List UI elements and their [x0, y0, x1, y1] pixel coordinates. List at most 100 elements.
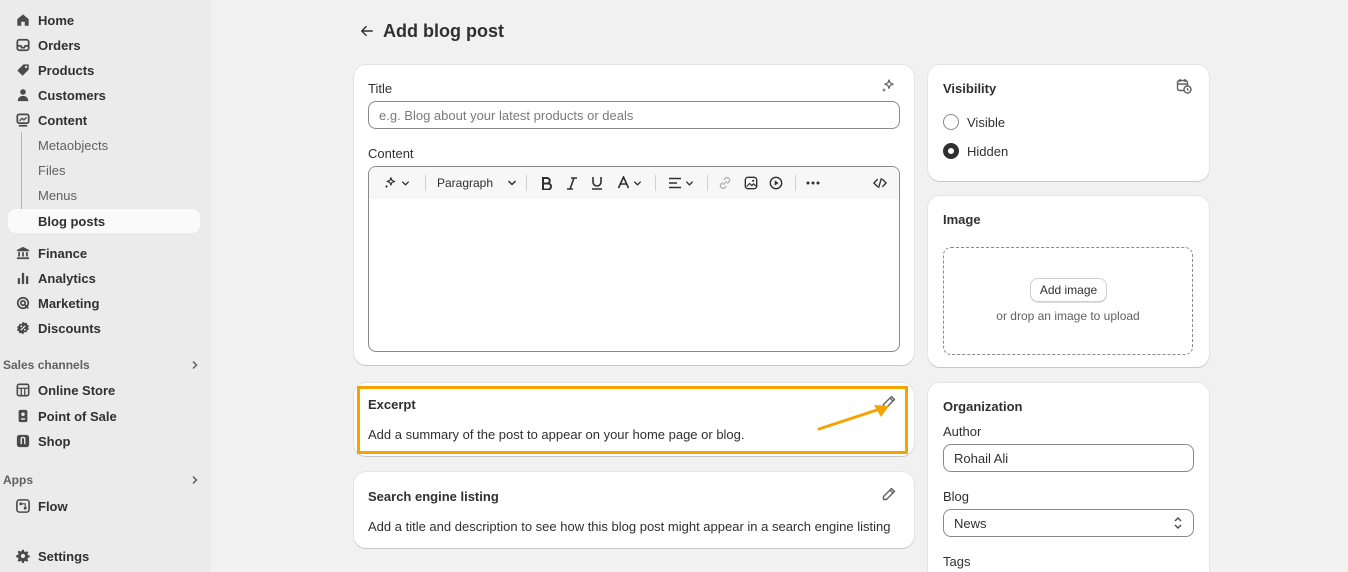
insert-image-button[interactable] [741, 171, 761, 195]
paragraph-format-select[interactable]: Paragraph [437, 171, 517, 195]
radio-hidden[interactable] [943, 143, 959, 159]
sales-channels-header[interactable]: Sales channels [3, 355, 203, 375]
section-label: Sales channels [3, 358, 90, 372]
author-input[interactable] [943, 444, 1194, 472]
underline-button[interactable] [587, 171, 607, 195]
sidebar-item-label: Customers [38, 87, 106, 103]
radio-visible[interactable] [943, 114, 959, 130]
sidebar-item-label: Metaobjects [38, 137, 109, 153]
visibility-card: Visibility Visible Hidden [928, 65, 1209, 181]
content-editor: Paragraph [368, 166, 900, 352]
organization-card: Organization Author Blog News Tags [928, 383, 1209, 572]
image-title: Image [943, 212, 981, 227]
bold-button[interactable] [537, 171, 557, 195]
bold-icon [541, 176, 553, 190]
sidebar-item-label: Settings [38, 548, 90, 564]
sidebar-item-marketing[interactable]: Marketing [8, 291, 200, 315]
back-button[interactable] [356, 20, 378, 42]
paragraph-label: Paragraph [436, 176, 494, 190]
sidebar-item-label: Content [38, 112, 88, 128]
visibility-title: Visibility [943, 81, 997, 96]
seo-title: Search engine listing [368, 489, 499, 504]
insert-video-button[interactable] [766, 171, 786, 195]
chevron-down-icon [633, 179, 642, 188]
content-editor-body[interactable] [369, 199, 899, 351]
content-icon [15, 112, 31, 128]
page-title: Add blog post [383, 21, 504, 41]
sidebar-item-settings[interactable]: Settings [8, 544, 200, 568]
blog-select[interactable]: News [943, 509, 1194, 537]
sidebar-item-label: Blog posts [38, 213, 106, 229]
sidebar-item-label: Files [38, 162, 66, 178]
image-dropzone[interactable]: Add image or drop an image to upload [943, 247, 1193, 355]
magic-sparkle-icon[interactable] [880, 78, 900, 98]
sidebar-item-orders[interactable]: Orders [8, 33, 200, 57]
toolbar-separator [795, 175, 796, 191]
excerpt-card: Excerpt Add a summary of the post to app… [354, 383, 914, 456]
ai-generate-button[interactable] [379, 171, 413, 195]
sidebar-item-flow[interactable]: Flow [8, 494, 200, 518]
sidebar-item-discounts[interactable]: Discounts [8, 316, 200, 340]
sidebar-item-blog-posts[interactable]: Blog posts [8, 209, 200, 233]
html-code-button[interactable] [869, 171, 891, 195]
chevron-up-down-icon [1173, 516, 1183, 530]
italic-icon [566, 176, 578, 190]
edit-seo-button[interactable] [881, 486, 901, 506]
link-button[interactable] [715, 171, 735, 195]
content-label: Content [368, 146, 414, 161]
pos-icon [15, 408, 31, 424]
add-image-button[interactable]: Add image [1030, 278, 1107, 302]
align-button[interactable] [666, 171, 696, 195]
code-icon [873, 177, 887, 189]
title-input[interactable] [368, 101, 900, 129]
underline-icon [591, 176, 603, 190]
chevron-down-icon [507, 178, 517, 188]
sidebar-item-finance[interactable]: Finance [8, 241, 200, 265]
sidebar-item-menus[interactable]: Menus [8, 183, 200, 207]
sidebar-item-label: Point of Sale [38, 408, 117, 424]
person-icon [15, 87, 31, 103]
sidebar-item-metaobjects[interactable]: Metaobjects [8, 133, 200, 157]
sidebar-item-customers[interactable]: Customers [8, 83, 200, 107]
text-color-button[interactable] [614, 171, 644, 195]
sidebar-item-shop[interactable]: Shop [8, 429, 200, 453]
sidebar-item-label: Analytics [38, 270, 96, 286]
edit-excerpt-button[interactable] [881, 394, 901, 414]
chart-bar-icon [15, 270, 31, 286]
target-icon [15, 295, 31, 311]
sidebar-item-label: Shop [38, 433, 71, 449]
sidebar-item-label: Orders [38, 37, 81, 53]
blog-label: Blog [943, 489, 970, 504]
schedule-button[interactable] [1176, 78, 1196, 98]
visibility-visible-option[interactable]: Visible [943, 114, 1005, 130]
tags-label: Tags [943, 554, 971, 569]
sidebar-item-label: Home [38, 12, 75, 28]
radio-label: Visible [967, 114, 1006, 130]
sidebar-item-files[interactable]: Files [8, 158, 200, 182]
sidebar-item-products[interactable]: Products [8, 58, 200, 82]
sidebar-item-label: Menus [38, 187, 78, 203]
sidebar-item-online-store[interactable]: Online Store [8, 378, 200, 402]
sidebar-item-analytics[interactable]: Analytics [8, 266, 200, 290]
sidebar-item-label: Flow [38, 498, 68, 514]
chevron-down-icon [401, 179, 410, 188]
sidebar-item-content[interactable]: Content [8, 108, 200, 132]
toolbar-separator [526, 175, 527, 191]
sidebar: Home Orders Products Customers Content M… [0, 0, 210, 572]
calendar-clock-icon [1176, 78, 1192, 94]
sidebar-item-point-of-sale[interactable]: Point of Sale [8, 404, 200, 428]
image-card: Image Add image or drop an image to uplo… [928, 196, 1209, 367]
more-options-button[interactable] [803, 171, 823, 195]
excerpt-description: Add a summary of the post to appear on y… [368, 427, 745, 442]
home-icon [15, 12, 31, 28]
apps-header[interactable]: Apps [3, 470, 203, 490]
flow-icon [15, 498, 31, 514]
sidebar-item-home[interactable]: Home [8, 8, 200, 32]
italic-button[interactable] [562, 171, 582, 195]
sidebar-item-label: Discounts [38, 320, 101, 336]
visibility-hidden-option[interactable]: Hidden [943, 143, 1008, 159]
pencil-icon [881, 394, 897, 410]
blog-select-value: News [954, 515, 987, 531]
magic-sparkle-icon [383, 176, 397, 190]
arrow-left-icon [360, 24, 374, 38]
